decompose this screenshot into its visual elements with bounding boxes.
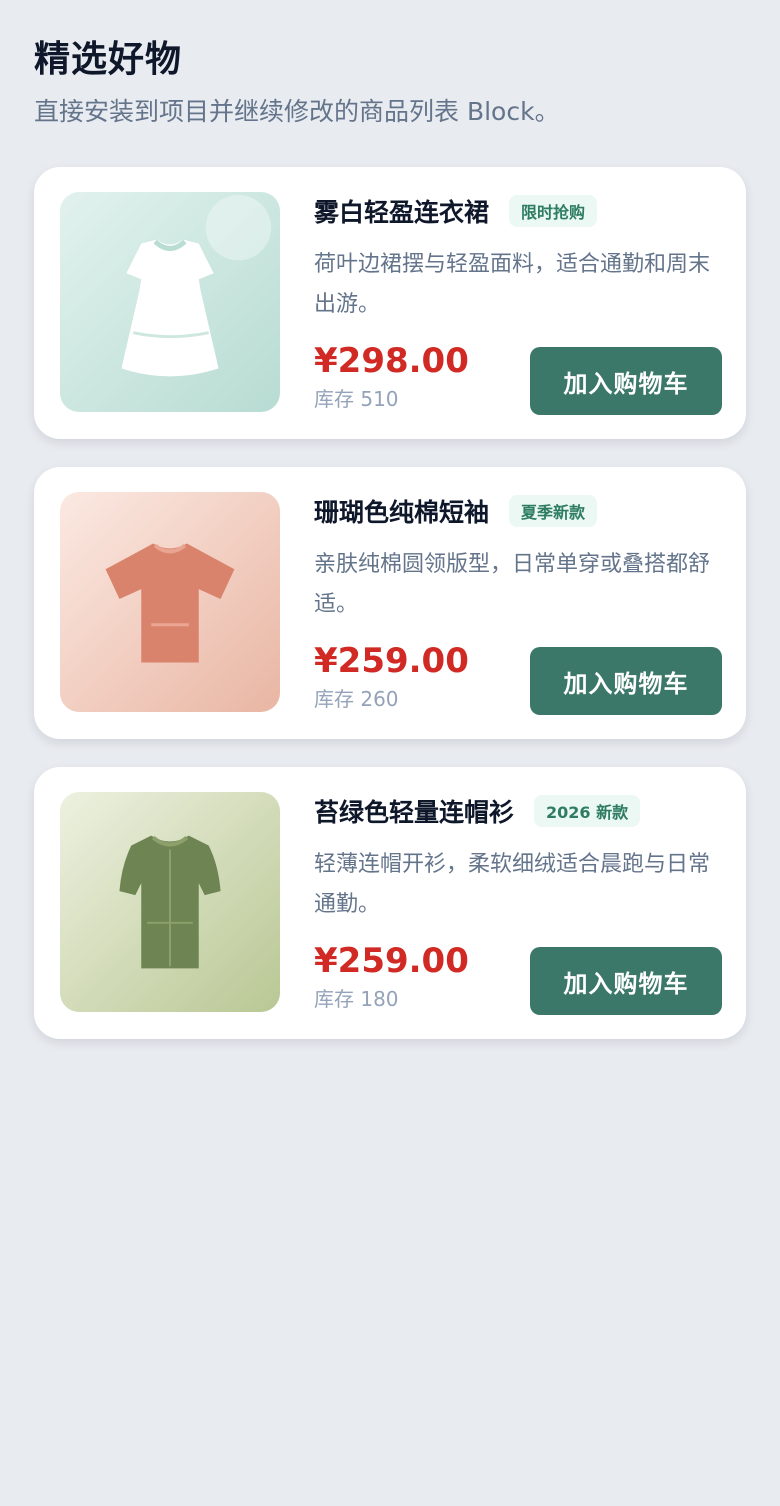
page-title: 精选好物 (34, 39, 183, 80)
product-card: 苔绿色轻量连帽衫 2026 新款 轻薄连帽开衫，柔软细绒适合晨跑与日常通勤。 ¥… (34, 767, 746, 1039)
product-list: 雾白轻盈连衣裙 限时抢购 荷叶边裙摆与轻盈面料，适合通勤和周末出游。 ¥298.… (34, 167, 746, 1039)
product-image[interactable] (59, 791, 281, 1013)
tshirt-icon (60, 492, 280, 712)
product-stock: 库存 510 (314, 387, 399, 411)
product-image[interactable] (59, 491, 281, 713)
product-badge: 2026 新款 (534, 795, 641, 827)
product-stock: 库存 180 (314, 987, 399, 1011)
product-badge: 限时抢购 (509, 195, 598, 227)
product-stock: 库存 260 (314, 687, 399, 711)
product-info: 珊瑚色纯棉短袖 夏季新款 亲肤纯棉圆领版型，日常单穿或叠搭都舒适。 ¥259.0… (314, 491, 722, 715)
product-card: 雾白轻盈连衣裙 限时抢购 荷叶边裙摆与轻盈面料，适合通勤和周末出游。 ¥298.… (34, 167, 746, 439)
add-to-cart-button[interactable]: 加入购物车 (530, 947, 722, 1015)
product-name: 雾白轻盈连衣裙 (314, 198, 490, 227)
add-to-cart-button[interactable]: 加入购物车 (530, 647, 722, 715)
product-price: ¥259.00 (314, 941, 469, 981)
product-price: ¥298.00 (314, 341, 469, 381)
product-badge: 夏季新款 (509, 495, 598, 527)
product-image[interactable] (59, 191, 281, 413)
product-list-page: 精选好物 直接安装到项目并继续修改的商品列表 Block。 雾白轻盈连衣裙 限时… (0, 0, 780, 1039)
product-info: 苔绿色轻量连帽衫 2026 新款 轻薄连帽开衫，柔软细绒适合晨跑与日常通勤。 ¥… (314, 791, 722, 1015)
page-subtitle: 直接安装到项目并继续修改的商品列表 Block。 (34, 97, 560, 126)
product-name: 苔绿色轻量连帽衫 (314, 798, 515, 827)
hoodie-icon (60, 792, 280, 1012)
product-card: 珊瑚色纯棉短袖 夏季新款 亲肤纯棉圆领版型，日常单穿或叠搭都舒适。 ¥259.0… (34, 467, 746, 739)
add-to-cart-button[interactable]: 加入购物车 (530, 347, 722, 415)
product-description: 轻薄连帽开衫，柔软细绒适合晨跑与日常通勤。 (314, 852, 711, 917)
dress-icon (60, 192, 280, 412)
product-description: 荷叶边裙摆与轻盈面料，适合通勤和周末出游。 (314, 252, 711, 317)
product-name: 珊瑚色纯棉短袖 (314, 498, 490, 527)
product-info: 雾白轻盈连衣裙 限时抢购 荷叶边裙摆与轻盈面料，适合通勤和周末出游。 ¥298.… (314, 191, 722, 415)
product-price: ¥259.00 (314, 641, 469, 681)
product-description: 亲肤纯棉圆领版型，日常单穿或叠搭都舒适。 (314, 552, 711, 617)
